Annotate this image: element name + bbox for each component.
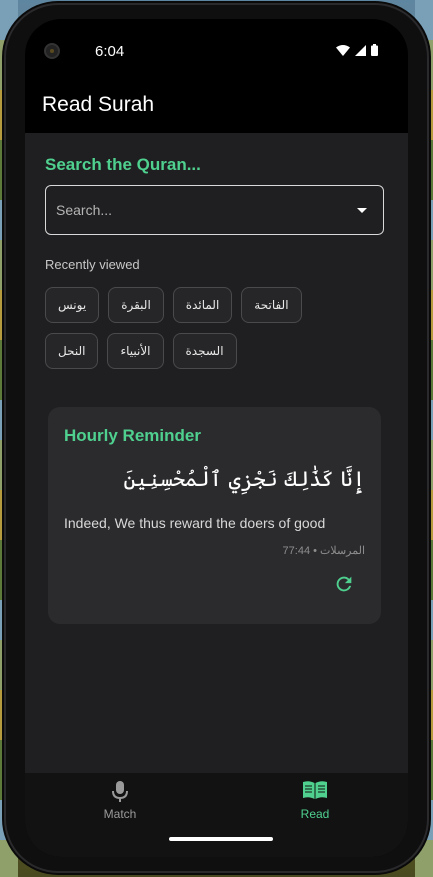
- reminder-title: Hourly Reminder: [64, 426, 201, 445]
- battery-icon: [371, 44, 378, 60]
- chip-al-maidah[interactable]: المائدة: [172, 287, 233, 323]
- recently-viewed-label: Recently viewed: [45, 257, 140, 272]
- wifi-icon: [336, 44, 350, 60]
- chip-yunus[interactable]: يونس: [45, 287, 100, 323]
- screen: 6:04 Read Surah Search the Quran... Sear…: [25, 19, 408, 857]
- dropdown-arrow-icon[interactable]: [357, 208, 367, 213]
- book-icon: [255, 781, 375, 803]
- chip-al-anbiya[interactable]: الأنبياء: [107, 333, 164, 369]
- verse-translation: Indeed, We thus reward the doers of good: [64, 515, 326, 531]
- main-content: Search the Quran... Recently viewed الفا…: [25, 133, 408, 773]
- verse-reference: المرسلات • 77:44: [282, 545, 365, 557]
- nav-match[interactable]: Match: [60, 781, 180, 821]
- nav-read[interactable]: Read: [255, 781, 375, 821]
- page-title: Read Surah: [42, 93, 155, 116]
- search-heading: Search the Quran...: [45, 155, 201, 174]
- status-time: 6:04: [95, 43, 125, 60]
- home-indicator[interactable]: [169, 837, 273, 841]
- phone-frame: 6:04 Read Surah Search the Quran... Sear…: [6, 5, 427, 871]
- signal-icon: [355, 44, 366, 60]
- hourly-reminder-card: Hourly Reminder إِنَّا كَذَٰلِكَ نَجْزِي…: [48, 407, 381, 624]
- front-camera-icon: [44, 43, 60, 59]
- bottom-navigation: Match Read: [25, 773, 408, 857]
- nav-match-label: Match: [103, 807, 137, 821]
- search-input[interactable]: [56, 186, 336, 234]
- verse-arabic-text: إِنَّا كَذَٰلِكَ نَجْزِي ٱلْمُحْسِنِينَ: [123, 467, 365, 491]
- status-bar: 6:04: [25, 19, 408, 67]
- search-dropdown[interactable]: [45, 185, 384, 235]
- refresh-icon[interactable]: [333, 573, 355, 595]
- recently-viewed-chips: الفاتحة المائدة البقرة يونس السجدة الأنب…: [45, 287, 345, 369]
- chip-al-fatiha[interactable]: الفاتحة: [241, 287, 302, 323]
- status-icons: [336, 44, 378, 60]
- chip-al-baqarah[interactable]: البقرة: [108, 287, 164, 323]
- chip-an-nahl[interactable]: النحل: [45, 333, 99, 369]
- chip-as-sajdah[interactable]: السجدة: [172, 333, 237, 369]
- nav-read-label: Read: [300, 807, 330, 821]
- mic-icon: [60, 781, 180, 803]
